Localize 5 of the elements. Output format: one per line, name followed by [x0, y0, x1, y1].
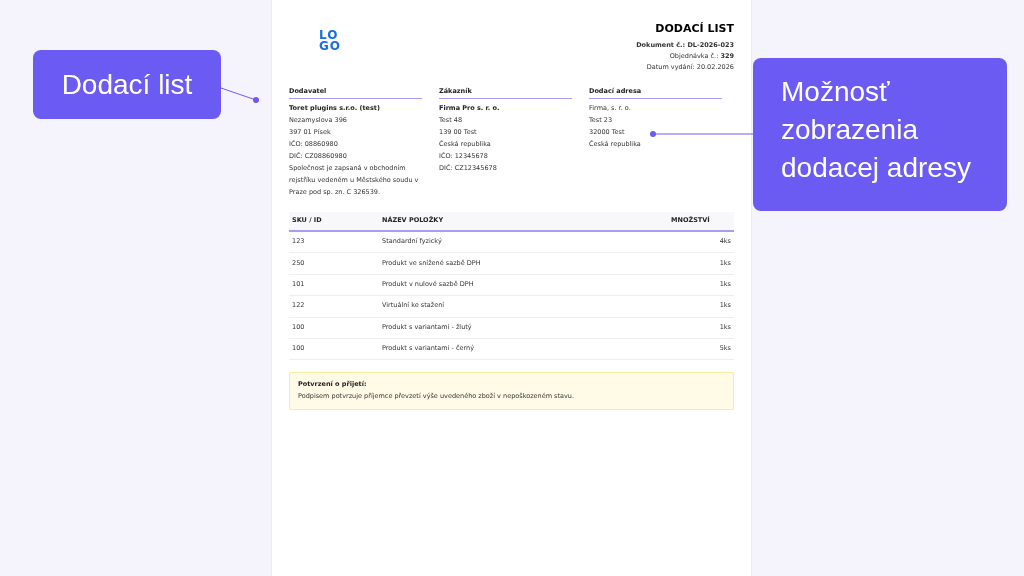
document-title: DODACÍ LIST: [655, 22, 734, 36]
logo: LO GO: [319, 30, 342, 52]
callout: Dodací list: [33, 50, 221, 119]
leader-line: [220, 87, 259, 103]
callout: Možnosť zobrazenia dodacej adresy: [753, 58, 1007, 211]
